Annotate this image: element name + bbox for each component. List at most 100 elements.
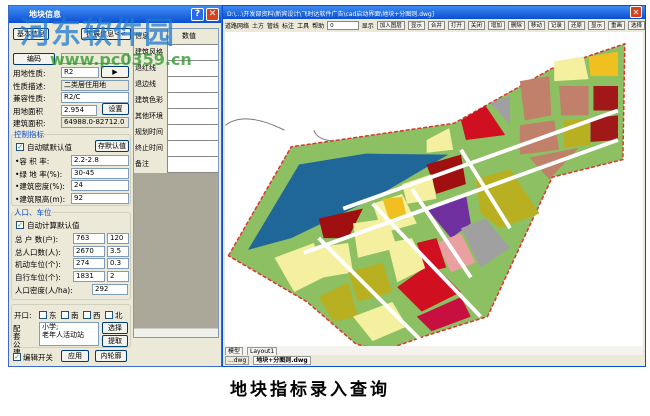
population-section-title: 人口、车位: [14, 207, 52, 218]
population-factor[interactable]: 3.5: [107, 245, 129, 257]
control-input[interactable]: 30-45: [71, 167, 129, 179]
direction-checkbox[interactable]: [39, 311, 47, 319]
land-parcel[interactable]: [554, 56, 589, 82]
control-label: •绿 地 率(%):: [15, 169, 63, 179]
header-value: 数值: [182, 32, 196, 40]
layout-tabs: 模型 Layout1: [225, 346, 643, 356]
menu-item[interactable]: 标注: [282, 21, 294, 30]
join-layer-button[interactable]: 加入图层: [376, 20, 405, 30]
control-input[interactable]: 2.2-2.8: [71, 155, 129, 166]
field-input[interactable]: 二类居住用地: [61, 79, 129, 91]
toolbar-button[interactable]: 增加: [487, 20, 505, 30]
population-factor[interactable]: 2: [107, 270, 129, 282]
auto-calc-checkbox[interactable]: ✓: [16, 221, 24, 229]
menu-item[interactable]: 工具: [297, 21, 309, 30]
cad-window: D:\...\开发部资料\新宾设计\飞时达软件广告\cad启动界面\地块+分图则…: [222, 5, 646, 367]
show-checkbox[interactable]: 显示: [362, 21, 374, 30]
toolbar-button[interactable]: 合并: [427, 20, 445, 30]
land-parcel[interactable]: [519, 76, 552, 121]
menu-item[interactable]: 道路网络: [225, 21, 249, 30]
layer-combo[interactable]: 0: [327, 20, 359, 30]
file-tab[interactable]: 地块+分图则.dwg: [253, 356, 311, 365]
population-value[interactable]: 1831: [73, 270, 105, 282]
open-label: 开口:: [14, 311, 32, 320]
field-label: 性质描述:: [13, 81, 46, 91]
table-row[interactable]: 终止时间: [134, 141, 218, 157]
table-row[interactable]: 退边线: [134, 77, 218, 93]
toolbar-button[interactable]: 还原: [567, 20, 585, 30]
direction-label: 东: [49, 311, 57, 320]
control-label: •建筑限高(m):: [15, 194, 66, 204]
horizontal-scrollbar[interactable]: [134, 328, 218, 337]
toolbar-button[interactable]: 显示: [587, 20, 605, 30]
table-row[interactable]: 其他环境: [134, 109, 218, 125]
menu-item[interactable]: 管线: [267, 21, 279, 30]
edit-switch-checkbox[interactable]: ✓: [13, 353, 21, 361]
direction-checkbox[interactable]: [105, 311, 113, 319]
toolbar-button[interactable]: 重画: [607, 20, 625, 30]
map-canvas[interactable]: [225, 32, 643, 352]
row-label: 退边线: [134, 77, 168, 93]
apply-button[interactable]: 应用: [61, 350, 89, 362]
toolbar-button[interactable]: 关闭: [467, 20, 485, 30]
menu-item[interactable]: 土方: [252, 21, 264, 30]
file-tabs: ...dwg 地块+分图则.dwg: [225, 355, 643, 365]
auto-default-checkbox[interactable]: ✓: [16, 143, 24, 151]
field-input[interactable]: 2.954: [61, 104, 97, 116]
direction-checkbox[interactable]: [83, 311, 91, 319]
control-input[interactable]: 24: [71, 180, 129, 191]
density-label: 人口密度(人/ha):: [15, 286, 73, 295]
land-parcel[interactable]: [559, 85, 589, 116]
caption: 地块指标录入查询: [230, 380, 390, 400]
cad-close-button[interactable]: ✕: [630, 6, 642, 18]
table-row[interactable]: 建筑色彩: [134, 93, 218, 109]
population-label: 总 户 数(户):: [15, 235, 59, 244]
save-default-button[interactable]: 存默认值: [95, 140, 129, 152]
watermark-url: www.pc0359.cn: [50, 50, 192, 69]
land-parcel[interactable]: [593, 85, 618, 111]
toolbar-button[interactable]: 选择: [627, 20, 645, 30]
toolbar-button[interactable]: 显示: [407, 20, 425, 30]
field-input[interactable]: R2/C: [61, 92, 129, 103]
close-button[interactable]: ✕: [206, 8, 219, 21]
contour-button[interactable]: 内轮廓: [95, 350, 127, 362]
row-label: 备注: [134, 157, 168, 173]
set-button[interactable]: 设置: [102, 103, 129, 115]
row-label: 终止时间: [134, 141, 168, 157]
select-button[interactable]: 选择: [102, 322, 128, 334]
file-tab[interactable]: ...dwg: [225, 356, 250, 365]
toolbar-button[interactable]: 删除: [507, 20, 525, 30]
population-factor[interactable]: 0.3: [107, 258, 129, 269]
control-label: •建筑密度(%):: [15, 182, 65, 191]
population-factor[interactable]: 120: [107, 233, 129, 244]
field-label: 建筑面积:: [13, 119, 46, 128]
table-row[interactable]: 规划时间: [134, 125, 218, 141]
road-line: [225, 118, 285, 131]
field-label: 用地面积: [13, 106, 43, 116]
watermark-name: 河东软件园: [20, 16, 175, 51]
population-value[interactable]: 763: [73, 233, 105, 244]
auto-default-label: 自动赋默认值: [27, 143, 72, 152]
density-field[interactable]: 292: [92, 284, 128, 295]
direction-label: 南: [71, 311, 79, 320]
field-input[interactable]: 64988.0-82712.0: [61, 117, 129, 128]
info-table[interactable]: 信息 数值 建筑风格 退红线 退边线 建筑色彩 其他环境 规划时间 终止时间 备注: [133, 28, 219, 338]
land-use-map[interactable]: [225, 32, 643, 352]
table-row[interactable]: 备注: [134, 157, 218, 173]
help-button[interactable]: ?: [191, 8, 204, 21]
code-label[interactable]: 编码: [13, 53, 55, 65]
toolbar-button[interactable]: 移动: [527, 20, 545, 30]
toolbar-button[interactable]: 打开: [447, 20, 465, 30]
facility-list[interactable]: 小学; 老年人活动站: [39, 322, 99, 346]
control-input[interactable]: 92: [71, 192, 129, 204]
toolbar-button[interactable]: 记录: [547, 20, 565, 30]
population-value[interactable]: 2670: [73, 245, 105, 257]
row-label: 其他环境: [134, 109, 168, 125]
control-label: •容 积 率:: [15, 157, 50, 166]
direction-checkbox[interactable]: [61, 311, 69, 319]
direction-label: 西: [93, 311, 101, 320]
pick-button[interactable]: 提取: [102, 335, 128, 347]
menu-item[interactable]: 帮助: [312, 21, 324, 30]
population-value[interactable]: 274: [73, 258, 105, 269]
population-label: 自行车位(个):: [15, 272, 61, 282]
